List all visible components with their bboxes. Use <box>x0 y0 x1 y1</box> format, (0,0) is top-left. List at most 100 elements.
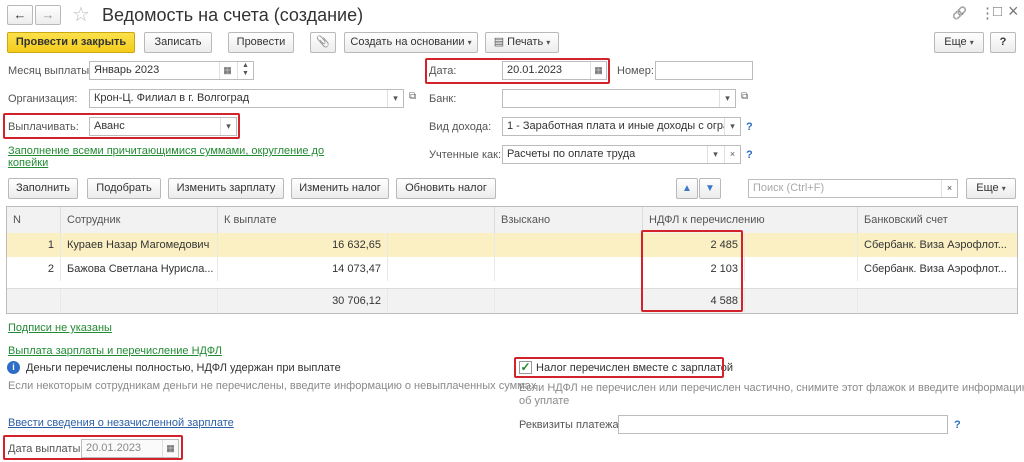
calendar-icon[interactable]: ▦ <box>162 440 178 457</box>
pay-type-label: Выплачивать: <box>8 121 79 133</box>
column-header-employee[interactable]: Сотрудник <box>61 207 218 233</box>
column-header-bank-account[interactable]: Банковский счет <box>858 207 1017 233</box>
clear-search-icon[interactable]: × <box>941 180 957 197</box>
tax-hint-line2: об уплате <box>519 395 570 407</box>
ndfl-spacer <box>745 233 858 257</box>
pay-type-select[interactable]: Аванс ▾ <box>89 117 237 136</box>
column-header-collected[interactable]: Взыскано <box>495 207 643 233</box>
totals-spacer <box>388 289 495 313</box>
organization-field[interactable]: Крон-Ц. Филиал в г. Волгоград ▾ <box>89 89 404 108</box>
signatures-link[interactable]: Подписи не указаны <box>8 322 112 334</box>
table-more-label: Еще <box>976 182 999 194</box>
chevron-down-icon[interactable]: ▾ <box>724 118 740 135</box>
payment-details-help-icon[interactable]: ? <box>954 419 961 431</box>
fill-rounding-link[interactable]: Заполнение всеми причитающимися суммами,… <box>8 145 324 157</box>
chevron-down-icon: ▾ <box>546 38 551 47</box>
total-to-pay: 30 706,12 <box>218 289 388 313</box>
pay-type-value: Аванс <box>94 120 125 132</box>
unpaid-salary-link[interactable]: Ввести сведения о незачисленной зарплате <box>8 417 234 429</box>
more-button[interactable]: Еще ▾ <box>934 32 984 53</box>
employee-cell[interactable]: Бажова Светлана Нурисла... <box>61 257 218 281</box>
maximize-icon[interactable]: □ <box>993 3 1002 20</box>
create-based-on-button[interactable]: Создать на основании ▾ <box>344 32 478 53</box>
payment-details-input[interactable] <box>618 415 948 434</box>
totals-employee-cell <box>61 289 218 313</box>
to-pay-spacer <box>388 257 495 281</box>
table-totals-row: 30 706,12 4 588 <box>7 288 1017 313</box>
select-button[interactable]: Подобрать <box>87 178 161 199</box>
column-header-ndfl[interactable]: НДФЛ к перечислению <box>643 207 858 233</box>
bank-field[interactable]: ▾ <box>502 89 736 108</box>
collected-cell[interactable] <box>495 233 643 257</box>
chevron-down-icon[interactable]: ▾ <box>719 90 735 107</box>
ndfl-spacer <box>745 257 858 281</box>
attach-button[interactable]: 📎 <box>310 32 336 53</box>
tax-paid-checkbox[interactable]: ✓ <box>519 361 532 374</box>
printer-icon: ▤ <box>493 36 508 48</box>
bank-account-cell[interactable]: Сбербанк. Виза Аэрофлот... <box>858 233 1017 257</box>
row-number: 2 <box>7 257 61 281</box>
save-button[interactable]: Записать <box>144 32 212 53</box>
ndfl-cell[interactable]: 2 103 <box>643 257 745 281</box>
pay-date-field[interactable]: 20.01.2023 ▦ <box>81 439 179 458</box>
create-based-on-label: Создать на основании <box>350 36 465 48</box>
employee-cell[interactable]: Кураев Назар Магомедович <box>61 233 218 257</box>
number-field[interactable] <box>655 61 753 80</box>
post-and-close-button[interactable]: Провести и закрыть <box>7 32 135 53</box>
column-header-to-pay[interactable]: К выплате <box>218 207 495 233</box>
totals-spacer <box>745 289 858 313</box>
calendar-icon[interactable]: ▦ <box>219 62 235 79</box>
clear-icon[interactable]: × <box>724 146 740 163</box>
print-button[interactable]: ▤ Печать ▾ <box>485 32 559 53</box>
link-icon[interactable]: 🔗 <box>952 6 967 20</box>
forward-button[interactable]: → <box>35 5 61 25</box>
fill-rounding-link-line2[interactable]: копейки <box>8 157 48 169</box>
page-title: Ведомость на счета (создание) <box>102 5 364 25</box>
tax-paid-label[interactable]: Налог перечислен вместе с зарплатой <box>536 362 733 374</box>
calendar-icon[interactable]: ▦ <box>590 62 606 79</box>
open-bank-icon[interactable]: ⧉ <box>741 91 748 102</box>
organization-label: Организация: <box>8 93 78 105</box>
to-pay-cell[interactable]: 14 073,47 <box>218 257 388 281</box>
search-input[interactable]: Поиск (Ctrl+F) × <box>748 179 958 198</box>
bank-label: Банк: <box>429 93 457 105</box>
table-row[interactable]: 1 Кураев Назар Магомедович 16 632,65 2 4… <box>7 233 1017 257</box>
month-stepper[interactable]: ▲ ▼ <box>237 62 253 79</box>
account-as-value: Расчеты по оплате труда <box>507 148 636 160</box>
bank-account-cell[interactable]: Сбербанк. Виза Аэрофлот... <box>858 257 1017 281</box>
move-down-button[interactable]: ▼ <box>699 178 721 199</box>
chevron-down-icon[interactable]: ▾ <box>220 118 236 135</box>
payout-link[interactable]: Выплата зарплаты и перечисление НДФЛ <box>8 345 222 357</box>
account-as-help-icon[interactable]: ? <box>746 149 753 161</box>
income-type-label: Вид дохода: <box>429 121 492 133</box>
table-row[interactable]: 2 Бажова Светлана Нурисла... 14 073,47 2… <box>7 257 1017 281</box>
collected-cell[interactable] <box>495 257 643 281</box>
close-icon[interactable]: × <box>1008 1 1019 22</box>
favorite-star-icon[interactable]: ☆ <box>72 2 90 27</box>
date-field[interactable]: 20.01.2023 ▦ <box>502 61 607 80</box>
chevron-down-icon[interactable]: ▾ <box>387 90 403 107</box>
table-empty-area <box>7 281 1017 288</box>
post-button[interactable]: Провести <box>228 32 294 53</box>
column-header-n[interactable]: N <box>7 207 61 233</box>
table-more-button[interactable]: Еще ▾ <box>966 178 1016 199</box>
totals-account-cell <box>858 289 1017 313</box>
income-help-icon[interactable]: ? <box>746 121 753 133</box>
chevron-down-icon[interactable]: ▾ <box>707 146 723 163</box>
open-organization-icon[interactable]: ⧉ <box>409 91 416 102</box>
change-salary-button[interactable]: Изменить зарплату <box>168 178 284 199</box>
income-type-select[interactable]: 1 - Заработная плата и иные доходы с огр… <box>502 117 741 136</box>
to-pay-cell[interactable]: 16 632,65 <box>218 233 388 257</box>
organization-value: Крон-Ц. Филиал в г. Волгоград <box>94 92 250 104</box>
update-tax-button[interactable]: Обновить налог <box>396 178 496 199</box>
move-up-button[interactable]: ▲ <box>676 178 698 199</box>
fill-button[interactable]: Заполнить <box>8 178 78 199</box>
change-tax-button[interactable]: Изменить налог <box>291 178 389 199</box>
number-label: Номер: <box>617 65 654 77</box>
month-field[interactable]: Январь 2023 ▦ ▲ ▼ <box>89 61 254 80</box>
help-button[interactable]: ? <box>990 32 1016 53</box>
month-label: Месяц выплаты: <box>8 65 93 77</box>
ndfl-cell[interactable]: 2 485 <box>643 233 745 257</box>
account-as-select[interactable]: Расчеты по оплате труда ▾ × <box>502 145 741 164</box>
back-button[interactable]: ← <box>7 5 33 25</box>
